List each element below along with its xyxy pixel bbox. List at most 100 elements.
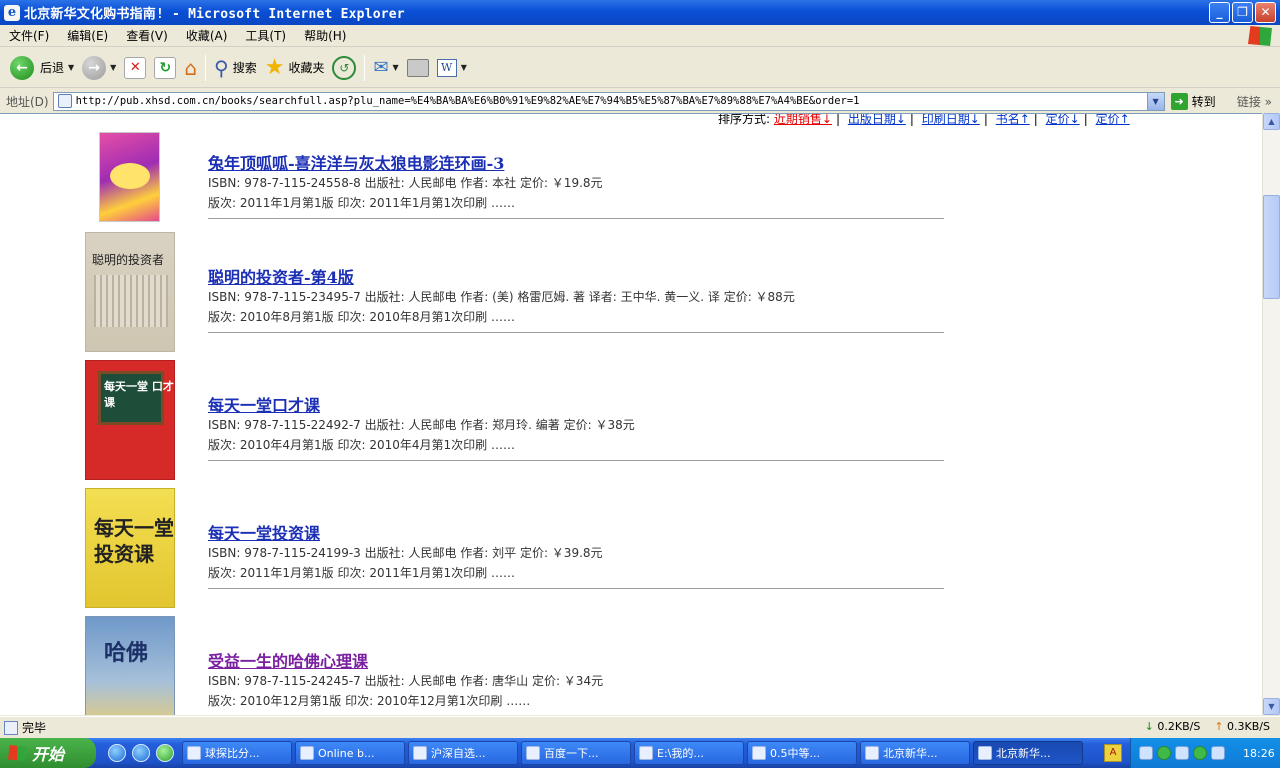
- back-dropdown-icon[interactable]: ▼: [68, 63, 74, 72]
- menu-edit[interactable]: 编辑(E): [58, 25, 117, 47]
- back-button[interactable]: ← 后退 ▼: [6, 52, 78, 84]
- mail-button[interactable]: ✉ ▼: [369, 52, 402, 84]
- stop-button[interactable]: ✕: [120, 52, 150, 84]
- menu-favorites[interactable]: 收藏(A): [177, 25, 237, 47]
- sort-pub-date-link[interactable]: 出版日期↓: [848, 114, 906, 126]
- links-button[interactable]: 链接 »: [1237, 93, 1272, 110]
- menu-bar: 文件(F) 编辑(E) 查看(V) 收藏(A) 工具(T) 帮助(H): [0, 25, 1280, 47]
- update-tray-icon[interactable]: [1211, 746, 1225, 760]
- ie-window: e 北京新华文化购书指南! - Microsoft Internet Explo…: [0, 0, 1280, 738]
- book-cover-image[interactable]: 每天一堂 口才课: [85, 360, 175, 480]
- favorites-label: 收藏夹: [288, 61, 325, 75]
- home-button[interactable]: ⌂: [180, 52, 201, 84]
- taskbar-item[interactable]: 0.5中等...: [747, 741, 857, 765]
- close-button[interactable]: ✕: [1255, 2, 1276, 23]
- taskbar-item-active[interactable]: 北京新华...: [973, 741, 1083, 765]
- scroll-thumb[interactable]: [1263, 195, 1280, 299]
- start-button[interactable]: 开始: [0, 738, 96, 768]
- book-title-link[interactable]: 每天一堂口才课: [208, 392, 320, 416]
- address-input[interactable]: [75, 95, 1146, 107]
- forward-dropdown-icon[interactable]: ▼: [110, 63, 116, 72]
- book-cover-image[interactable]: 每天一堂 投资课: [85, 488, 175, 608]
- taskbar-item[interactable]: E:\我的...: [634, 741, 744, 765]
- search-icon: ⚲: [214, 55, 229, 80]
- search-button[interactable]: ⚲ 搜索: [210, 52, 261, 84]
- window-controls: _ ❐ ✕: [1209, 2, 1276, 23]
- window-icon: [978, 746, 992, 760]
- toolbar-separator: [205, 54, 207, 81]
- title-bar[interactable]: e 北京新华文化购书指南! - Microsoft Internet Explo…: [0, 0, 1280, 25]
- toolbar: ← 后退 ▼ → ▼ ✕ ↻ ⌂ ⚲ 搜索 ★ 收藏夹 ↺ ✉ ▼ W ▼: [0, 48, 1280, 88]
- shield-tray-icon[interactable]: [1193, 746, 1207, 760]
- page-status-icon: [4, 720, 18, 735]
- menu-help[interactable]: 帮助(H): [295, 25, 355, 47]
- mail-dropdown-icon[interactable]: ▼: [393, 63, 399, 72]
- book-item: 每天一堂 投资课 每天一堂投资课 ISBN: 978-7-115-24199-3…: [0, 488, 944, 616]
- network-tray-icon[interactable]: [1139, 746, 1153, 760]
- book-cover-image[interactable]: [99, 132, 160, 222]
- book-title-link[interactable]: 每天一堂投资课: [208, 520, 320, 544]
- sort-bar: 排序方式: 近期销售↓ | 出版日期↓ | 印刷日期↓ | 书名↑ | 定价↓ | 定价↑: [718, 113, 1130, 126]
- taskbar-item[interactable]: 百度一下...: [521, 741, 631, 765]
- address-dropdown-icon[interactable]: ▼: [1146, 92, 1164, 110]
- book-info-line: ISBN: 978-7-115-22492-7 出版社: 人民邮电 作者: 郑月…: [208, 418, 635, 432]
- edit-dropdown-icon[interactable]: ▼: [461, 63, 467, 72]
- book-item: 聪明的投资者 聪明的投资者-第4版 ISBN: 978-7-115-23495-…: [0, 232, 944, 360]
- window-icon: [865, 746, 879, 760]
- taskbar-item[interactable]: 北京新华...: [860, 741, 970, 765]
- sound-tray-icon[interactable]: [1175, 746, 1189, 760]
- go-button[interactable]: ➜ 转到: [1170, 92, 1216, 110]
- divider: [208, 218, 944, 219]
- window-icon: [187, 746, 201, 760]
- sort-price-desc-link[interactable]: 定价↓: [1046, 114, 1080, 126]
- minimize-button[interactable]: _: [1209, 2, 1230, 23]
- taskbar-item[interactable]: 沪深自选...: [408, 741, 518, 765]
- ie-quicklaunch-icon[interactable]: [108, 744, 126, 762]
- menu-tools[interactable]: 工具(T): [236, 25, 295, 47]
- sort-title-link[interactable]: 书名↑: [996, 114, 1030, 126]
- taskbar-item[interactable]: 球探比分...: [182, 741, 292, 765]
- cover-title: 哈佛: [104, 640, 149, 666]
- sort-price-asc-link[interactable]: 定价↑: [1096, 114, 1130, 126]
- book-edition-line: 版次: 2011年1月第1版 印次: 2011年1月第1次印刷 ……: [208, 566, 515, 580]
- sort-recent-sales-link[interactable]: 近期销售↓: [774, 114, 832, 126]
- book-title-link[interactable]: 聪明的投资者-第4版: [208, 264, 354, 288]
- book-cover-image[interactable]: 聪明的投资者: [85, 232, 175, 352]
- security-tray-icon[interactable]: [1157, 746, 1171, 760]
- mail-icon: ✉: [373, 57, 389, 78]
- menu-view[interactable]: 查看(V): [117, 25, 177, 47]
- taskbar-item-label: 0.5中等...: [770, 747, 820, 760]
- history-button[interactable]: ↺: [328, 52, 360, 84]
- taskbar-item-label: 北京新华...: [883, 747, 938, 760]
- browser-quicklaunch-icon[interactable]: [132, 744, 150, 762]
- book-cover-image[interactable]: 哈佛: [85, 616, 175, 715]
- maximize-button[interactable]: ❐: [1232, 2, 1253, 23]
- upload-arrow-icon: ↑: [1214, 720, 1224, 733]
- favorites-button[interactable]: ★ 收藏夹: [261, 52, 329, 84]
- taskbar-item-label: 球探比分...: [205, 747, 260, 760]
- book-title-link[interactable]: 受益一生的哈佛心理课: [208, 648, 368, 672]
- scroll-down-icon[interactable]: ▼: [1263, 698, 1280, 715]
- edit-button[interactable]: W ▼: [433, 52, 471, 84]
- clock[interactable]: 18:26: [1243, 747, 1275, 760]
- sort-print-date-link[interactable]: 印刷日期↓: [922, 114, 980, 126]
- book-edition-line: 版次: 2010年4月第1版 印次: 2010年4月第1次印刷 ……: [208, 438, 515, 452]
- vertical-scrollbar[interactable]: ▲ ▼: [1262, 113, 1280, 715]
- system-tray: 18:26: [1130, 738, 1280, 768]
- word-doc-icon: [752, 746, 766, 760]
- taskbar-item-label: 北京新华...: [996, 747, 1051, 760]
- cover-title: 每天一堂 投资课: [94, 516, 174, 566]
- forward-button[interactable]: → ▼: [78, 52, 120, 84]
- menu-file[interactable]: 文件(F): [0, 25, 58, 47]
- refresh-button[interactable]: ↻: [150, 52, 180, 84]
- print-button[interactable]: [403, 52, 433, 84]
- scroll-up-icon[interactable]: ▲: [1263, 113, 1280, 130]
- book-item: 哈佛 受益一生的哈佛心理课 ISBN: 978-7-115-24245-7 出版…: [0, 616, 944, 715]
- taskbar-item[interactable]: Online b...: [295, 741, 405, 765]
- go-arrow-icon: ➜: [1170, 92, 1188, 110]
- book-title-link[interactable]: 兔年顶呱呱-喜洋洋与灰太狼电影连环画-3: [208, 150, 504, 174]
- media-quicklaunch-icon[interactable]: [156, 744, 174, 762]
- language-bar-icon[interactable]: A: [1104, 744, 1122, 762]
- printer-icon: [406, 58, 429, 77]
- search-label: 搜索: [232, 61, 257, 75]
